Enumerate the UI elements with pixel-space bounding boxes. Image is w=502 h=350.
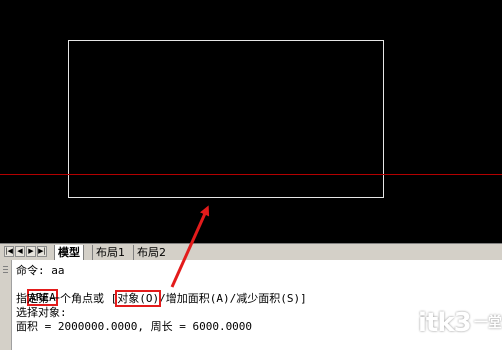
command-panel-grip[interactable] bbox=[0, 260, 12, 350]
watermark-logo: itk3 一堂课 bbox=[418, 308, 502, 338]
red-horizontal-line[interactable] bbox=[0, 174, 502, 175]
drawing-canvas[interactable] bbox=[0, 0, 502, 243]
first-tab-icon[interactable]: |◀ bbox=[4, 246, 14, 257]
prompt-text: 指定第一个角点或 [ bbox=[16, 292, 118, 305]
tab-layout1[interactable]: 布局1 bbox=[92, 245, 128, 260]
last-tab-icon[interactable]: ▶| bbox=[37, 246, 47, 257]
prev-tab-icon[interactable]: ◀ bbox=[15, 246, 25, 257]
tab-model[interactable]: 模型 bbox=[54, 245, 84, 260]
command-history-line: 选择对象: bbox=[16, 306, 67, 319]
layout-tab-bar: |◀ ◀ ▶ ▶| 模型 布局1 布局2 bbox=[0, 243, 502, 260]
command-result-line: 面积 = 2000000.0000, 周长 = 6000.0000 bbox=[16, 320, 253, 333]
command-prompt-line: 指定第一个角点或 [对象(O)/增加面积(A)/减少面积(S)] bbox=[16, 290, 307, 307]
tab-layout2[interactable]: 布局2 bbox=[133, 245, 169, 260]
next-tab-icon[interactable]: ▶ bbox=[26, 246, 36, 257]
command-history-line: 命令: aa bbox=[16, 264, 65, 277]
object-option[interactable]: 对象(O) bbox=[115, 290, 162, 307]
prompt-options-text: /增加面积(A)/减少面积(S)] bbox=[159, 292, 307, 305]
